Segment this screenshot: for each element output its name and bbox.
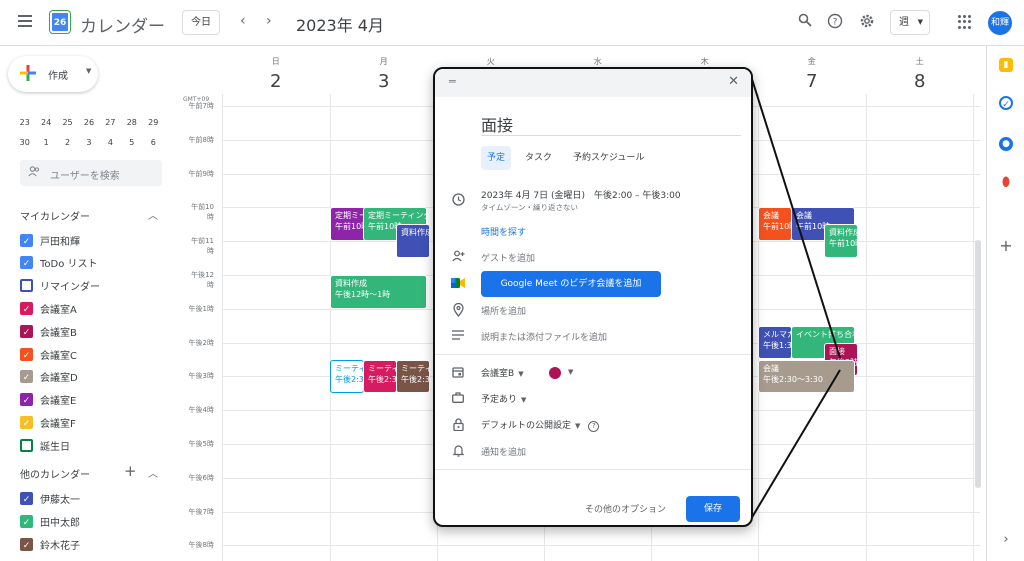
dialog-divider bbox=[435, 469, 751, 470]
tab-event[interactable]: 予定 bbox=[481, 146, 512, 170]
briefcase-icon bbox=[451, 392, 465, 406]
calendar-selector-label: 会議室B bbox=[481, 369, 515, 379]
dropdown-caret-icon: ▼ bbox=[518, 370, 524, 378]
guests-icon bbox=[451, 250, 465, 264]
dropdown-caret-icon: ▼ bbox=[575, 422, 581, 430]
find-time-link[interactable]: 時間を探す bbox=[481, 225, 526, 238]
add-google-meet-button[interactable]: Google Meet のビデオ会議を追加 bbox=[481, 271, 661, 297]
timezone-repeat-link[interactable]: タイムゾーン・繰り返さない bbox=[481, 202, 578, 213]
lock-icon bbox=[451, 418, 465, 432]
more-options-button[interactable]: その他のオプション bbox=[585, 502, 666, 515]
clock-icon bbox=[451, 193, 465, 207]
event-color-swatch[interactable] bbox=[549, 367, 561, 379]
add-notification-field[interactable]: 通知を追加 bbox=[481, 445, 526, 458]
calendar-icon bbox=[451, 366, 465, 380]
availability-label: 予定あり bbox=[481, 395, 518, 405]
tab-appointment-schedule[interactable]: 予約スケジュール bbox=[567, 146, 650, 170]
add-description-field[interactable]: 説明または添付ファイルを追加 bbox=[481, 330, 607, 343]
add-guests-field[interactable]: ゲストを追加 bbox=[481, 251, 535, 264]
location-pin-icon bbox=[451, 302, 465, 318]
availability-selector[interactable]: 予定あり ▼ bbox=[481, 392, 526, 405]
dialog-drag-bar[interactable]: ═ ✕ bbox=[435, 69, 751, 97]
tab-task[interactable]: タスク bbox=[519, 146, 558, 170]
description-lines-icon bbox=[451, 329, 465, 343]
event-datetime[interactable]: 2023年 4月 7日 (金曜日) 午後2:00 – 午後3:00 bbox=[481, 188, 681, 201]
google-meet-icon bbox=[451, 277, 465, 291]
add-location-field[interactable]: 場所を追加 bbox=[481, 304, 526, 317]
visibility-help-icon[interactable]: ? bbox=[588, 421, 600, 432]
color-dropdown-caret-icon[interactable]: ▼ bbox=[568, 367, 573, 377]
dialog-divider bbox=[435, 354, 751, 355]
close-icon[interactable]: ✕ bbox=[728, 74, 739, 89]
event-quick-create-dialog: ═ ✕ 予定 タスク 予約スケジュール 2023年 4月 7日 (金曜日) 午後… bbox=[433, 67, 753, 527]
dropdown-caret-icon: ▼ bbox=[568, 368, 574, 376]
bell-icon bbox=[451, 444, 465, 458]
drag-handle-icon[interactable]: ═ bbox=[449, 75, 456, 88]
calendar-selector[interactable]: 会議室B ▼ bbox=[481, 366, 524, 379]
save-button[interactable]: 保存 bbox=[686, 496, 740, 522]
dropdown-caret-icon: ▼ bbox=[521, 396, 527, 404]
visibility-label: デフォルトの公開設定 bbox=[481, 421, 572, 431]
event-title-input[interactable] bbox=[481, 112, 741, 136]
visibility-selector[interactable]: デフォルトの公開設定 ▼? bbox=[481, 418, 600, 432]
